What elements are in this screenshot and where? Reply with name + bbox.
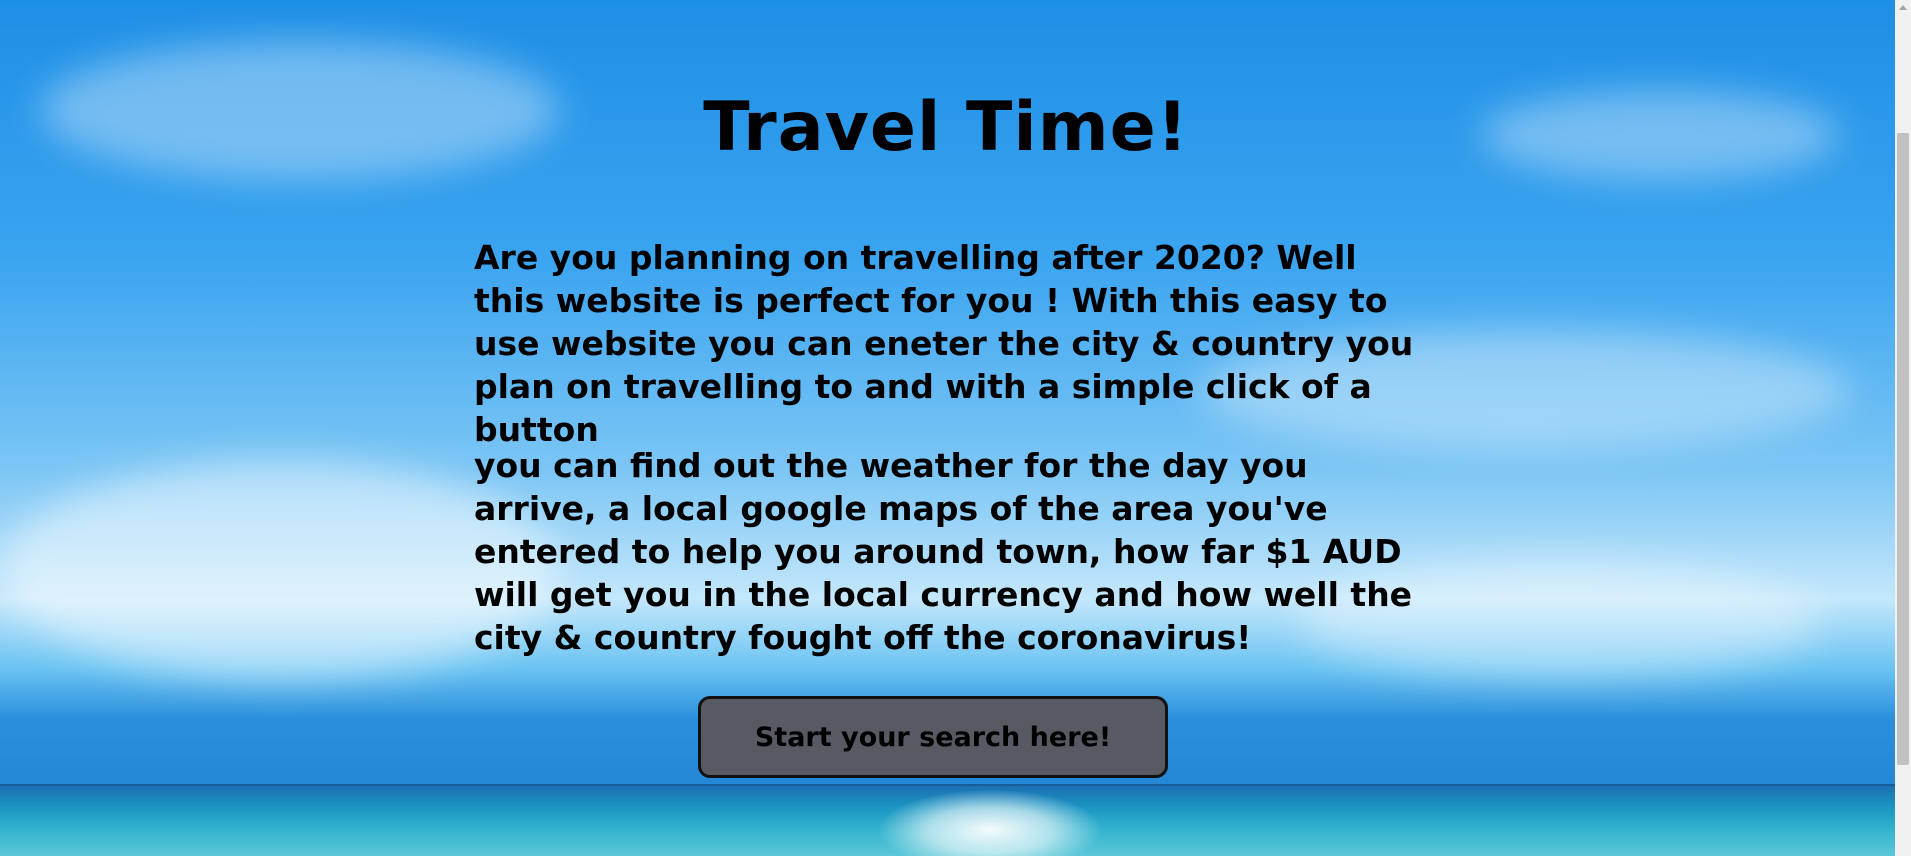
scrollbar-thumb[interactable]: [1897, 133, 1909, 765]
features-paragraph: you can find out the weather for the day…: [474, 446, 1413, 657]
intro-paragraph: Are you planning on travelling after 202…: [474, 238, 1414, 449]
start-search-button[interactable]: Start your search here!: [698, 696, 1168, 778]
cloud-decoration: [1480, 90, 1840, 180]
vertical-scrollbar[interactable]: [1895, 0, 1911, 856]
page-title: Travel Time!: [703, 88, 1189, 167]
scroll-up-arrow-icon[interactable]: [1899, 5, 1907, 10]
